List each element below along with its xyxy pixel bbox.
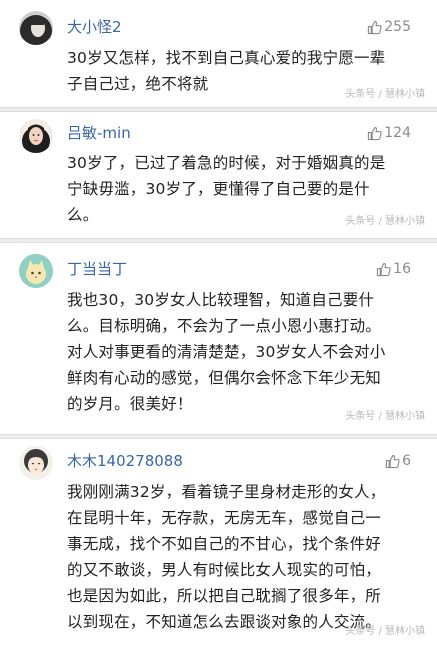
watermark: 头条号 / 慧林小镇 [345, 216, 425, 227]
comment-line: 事无成，找个不如自己的不甘心，找个条件好 [67, 535, 382, 553]
comment-item: 吕敏-min 124 30岁了，已过了着急的时候，对于婚姻真的是 宁缺毋滥，30… [0, 112, 437, 238]
comment-username[interactable]: 丁当当丁 [67, 259, 127, 279]
woman-portrait-avatar-icon[interactable] [19, 119, 53, 153]
comment-line: 么。目标明确，不会为了一点小恩小惠打动。 [67, 317, 382, 335]
like-count: 16 [393, 261, 411, 277]
dark-haired-woman-avatar-icon[interactable] [19, 11, 53, 45]
thumbs-up-icon [385, 454, 400, 468]
comment-username[interactable]: 木木140278088 [67, 451, 183, 471]
watermark: 头条号 / 慧林小镇 [345, 411, 425, 422]
comment-text: 我也30，30岁女人比较理智，知道自己要什 么。目标明确，不会为了一点小恩小惠打… [67, 287, 411, 417]
like-count: 124 [384, 125, 411, 141]
comment-line: 鲜肉有心动的感觉，但偶尔会怀念下年少无知 [67, 369, 382, 387]
thumbs-up-icon [377, 262, 391, 276]
comment-line: 宁缺毋滥，30岁了，更懂得了自己要的是什 [67, 180, 370, 198]
like-count: 6 [402, 453, 411, 469]
like-count: 255 [384, 19, 411, 35]
comment-item: 丁当当丁 16 我也30，30岁女人比较理智，知道自己要什 么。目标明确，不会为… [0, 243, 437, 434]
comment-line: 30岁了，已过了着急的时候，对于婚姻真的是 [67, 154, 386, 172]
comment-line: 我刚刚满32岁，看着镜子里身材走形的女人， [67, 483, 386, 501]
comment-item: 木木140278088 6 我刚刚满32岁，看着镜子里身材走形的女人， 在昆明十… [0, 439, 437, 650]
comment-username[interactable]: 大小怪2 [67, 17, 122, 37]
comment-line: 的又不敢谈，男人有时候比女人现实的可怕， [67, 561, 382, 579]
watermark: 头条号 / 慧林小镇 [345, 626, 425, 637]
thumbs-up-icon [368, 20, 382, 34]
comment-line: 也是因为如此，所以把自己耽搁了很多年，所 [67, 587, 382, 605]
comment-username[interactable]: 吕敏-min [67, 123, 131, 143]
comment-line: 我也30，30岁女人比较理智，知道自己要什 [67, 291, 375, 309]
watermark: 头条号 / 慧林小镇 [345, 89, 425, 100]
cartoon-cat-avatar-icon[interactable] [19, 254, 53, 288]
comment-text: 我刚刚满32岁，看着镜子里身材走形的女人， 在昆明十年，无存款，无房无车，感觉自… [67, 479, 411, 635]
like-button[interactable]: 124 [367, 123, 411, 143]
comment-item: 大小怪2 255 30岁又怎样，找不到自己真心爱的我宁愿一辈 子自己过，绝不将就… [0, 0, 437, 107]
thumbs-up-icon [368, 126, 382, 140]
comment-line: 在昆明十年，无存款，无房无车，感觉自己一 [67, 509, 382, 527]
like-button[interactable]: 255 [367, 17, 411, 37]
cartoon-girl-avatar-icon[interactable] [19, 446, 53, 480]
like-button[interactable]: 6 [385, 451, 411, 471]
like-button[interactable]: 16 [376, 259, 411, 279]
comment-line: 30岁又怎样，找不到自己真心爱的我宁愿一辈 [67, 49, 386, 67]
comment-line: 对人对事更看的清清楚楚，30岁女人不会对小 [67, 343, 386, 361]
